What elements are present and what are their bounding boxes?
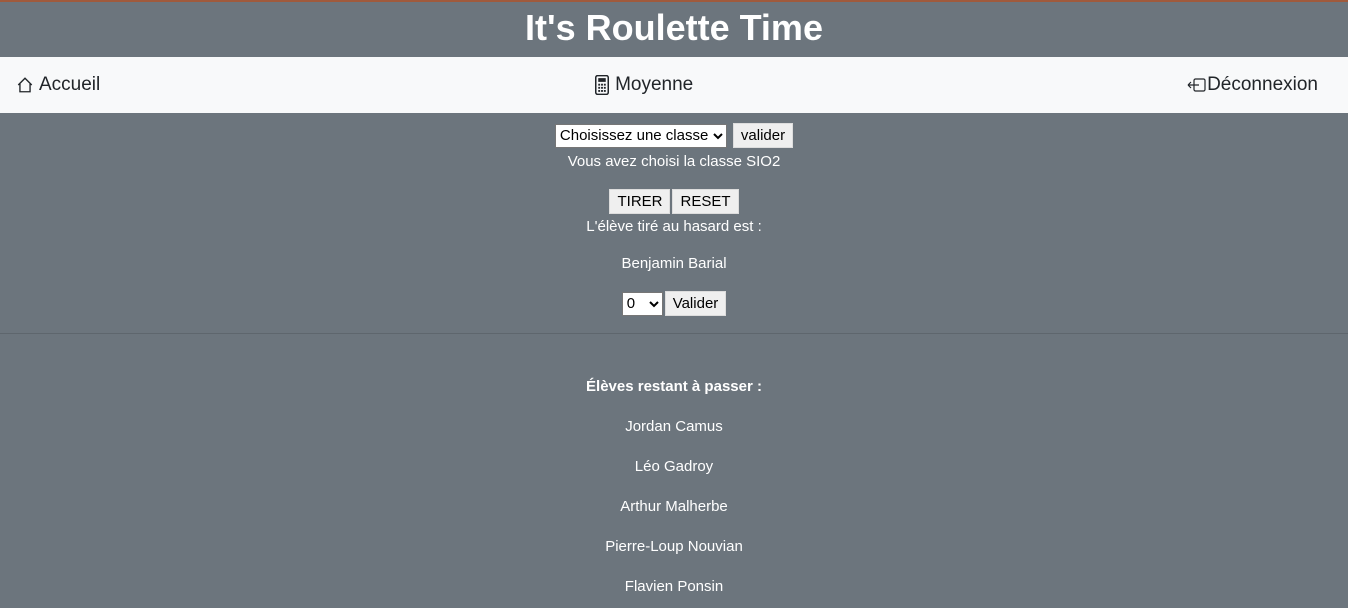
navbar: Accueil Moyenne Déconnexion [0, 57, 1348, 113]
logout-icon [1187, 78, 1206, 92]
remaining-heading: Élèves restant à passer : [586, 378, 762, 395]
divider [0, 333, 1348, 334]
drawn-student: Benjamin Barial [621, 255, 727, 272]
draw-label: L'élève tiré au hasard est : [586, 218, 762, 235]
remaining-list: Élèves restant à passer : Jordan Camus L… [0, 378, 1348, 595]
list-item: Pierre-Loup Nouvian [605, 538, 743, 555]
reset-button[interactable]: RESET [672, 189, 739, 214]
page-title: It's Roulette Time [525, 7, 823, 48]
draw-controls: TIRER RESET [0, 189, 1348, 214]
grade-select[interactable]: 0 [621, 291, 663, 316]
list-item: Arthur Malherbe [620, 498, 728, 515]
draw-button[interactable]: TIRER [609, 189, 671, 214]
main-content: Choisissez une classe valider Vous avez … [0, 123, 1348, 595]
class-form: Choisissez une classe valider [0, 123, 1348, 148]
list-item: Léo Gadroy [634, 458, 714, 475]
calculator-icon [595, 75, 610, 95]
nav-average[interactable]: Moyenne [594, 74, 693, 96]
class-select[interactable]: Choisissez une classe [554, 123, 727, 148]
list-item: Jordan Camus [625, 418, 723, 435]
chosen-class-text: Vous avez choisi la classe SIO2 [567, 153, 781, 170]
grade-submit-button[interactable]: Valider [664, 291, 727, 316]
nav-home-label: Accueil [39, 74, 101, 95]
grade-form: 0 Valider [0, 291, 1348, 316]
nav-home[interactable]: Accueil [16, 74, 100, 96]
class-submit-button[interactable]: valider [732, 123, 794, 148]
nav-logout[interactable]: Déconnexion [1187, 74, 1318, 96]
house-icon [17, 77, 33, 93]
nav-average-label: Moyenne [615, 74, 694, 95]
nav-logout-label: Déconnexion [1207, 74, 1318, 95]
list-item: Flavien Ponsin [624, 578, 724, 595]
